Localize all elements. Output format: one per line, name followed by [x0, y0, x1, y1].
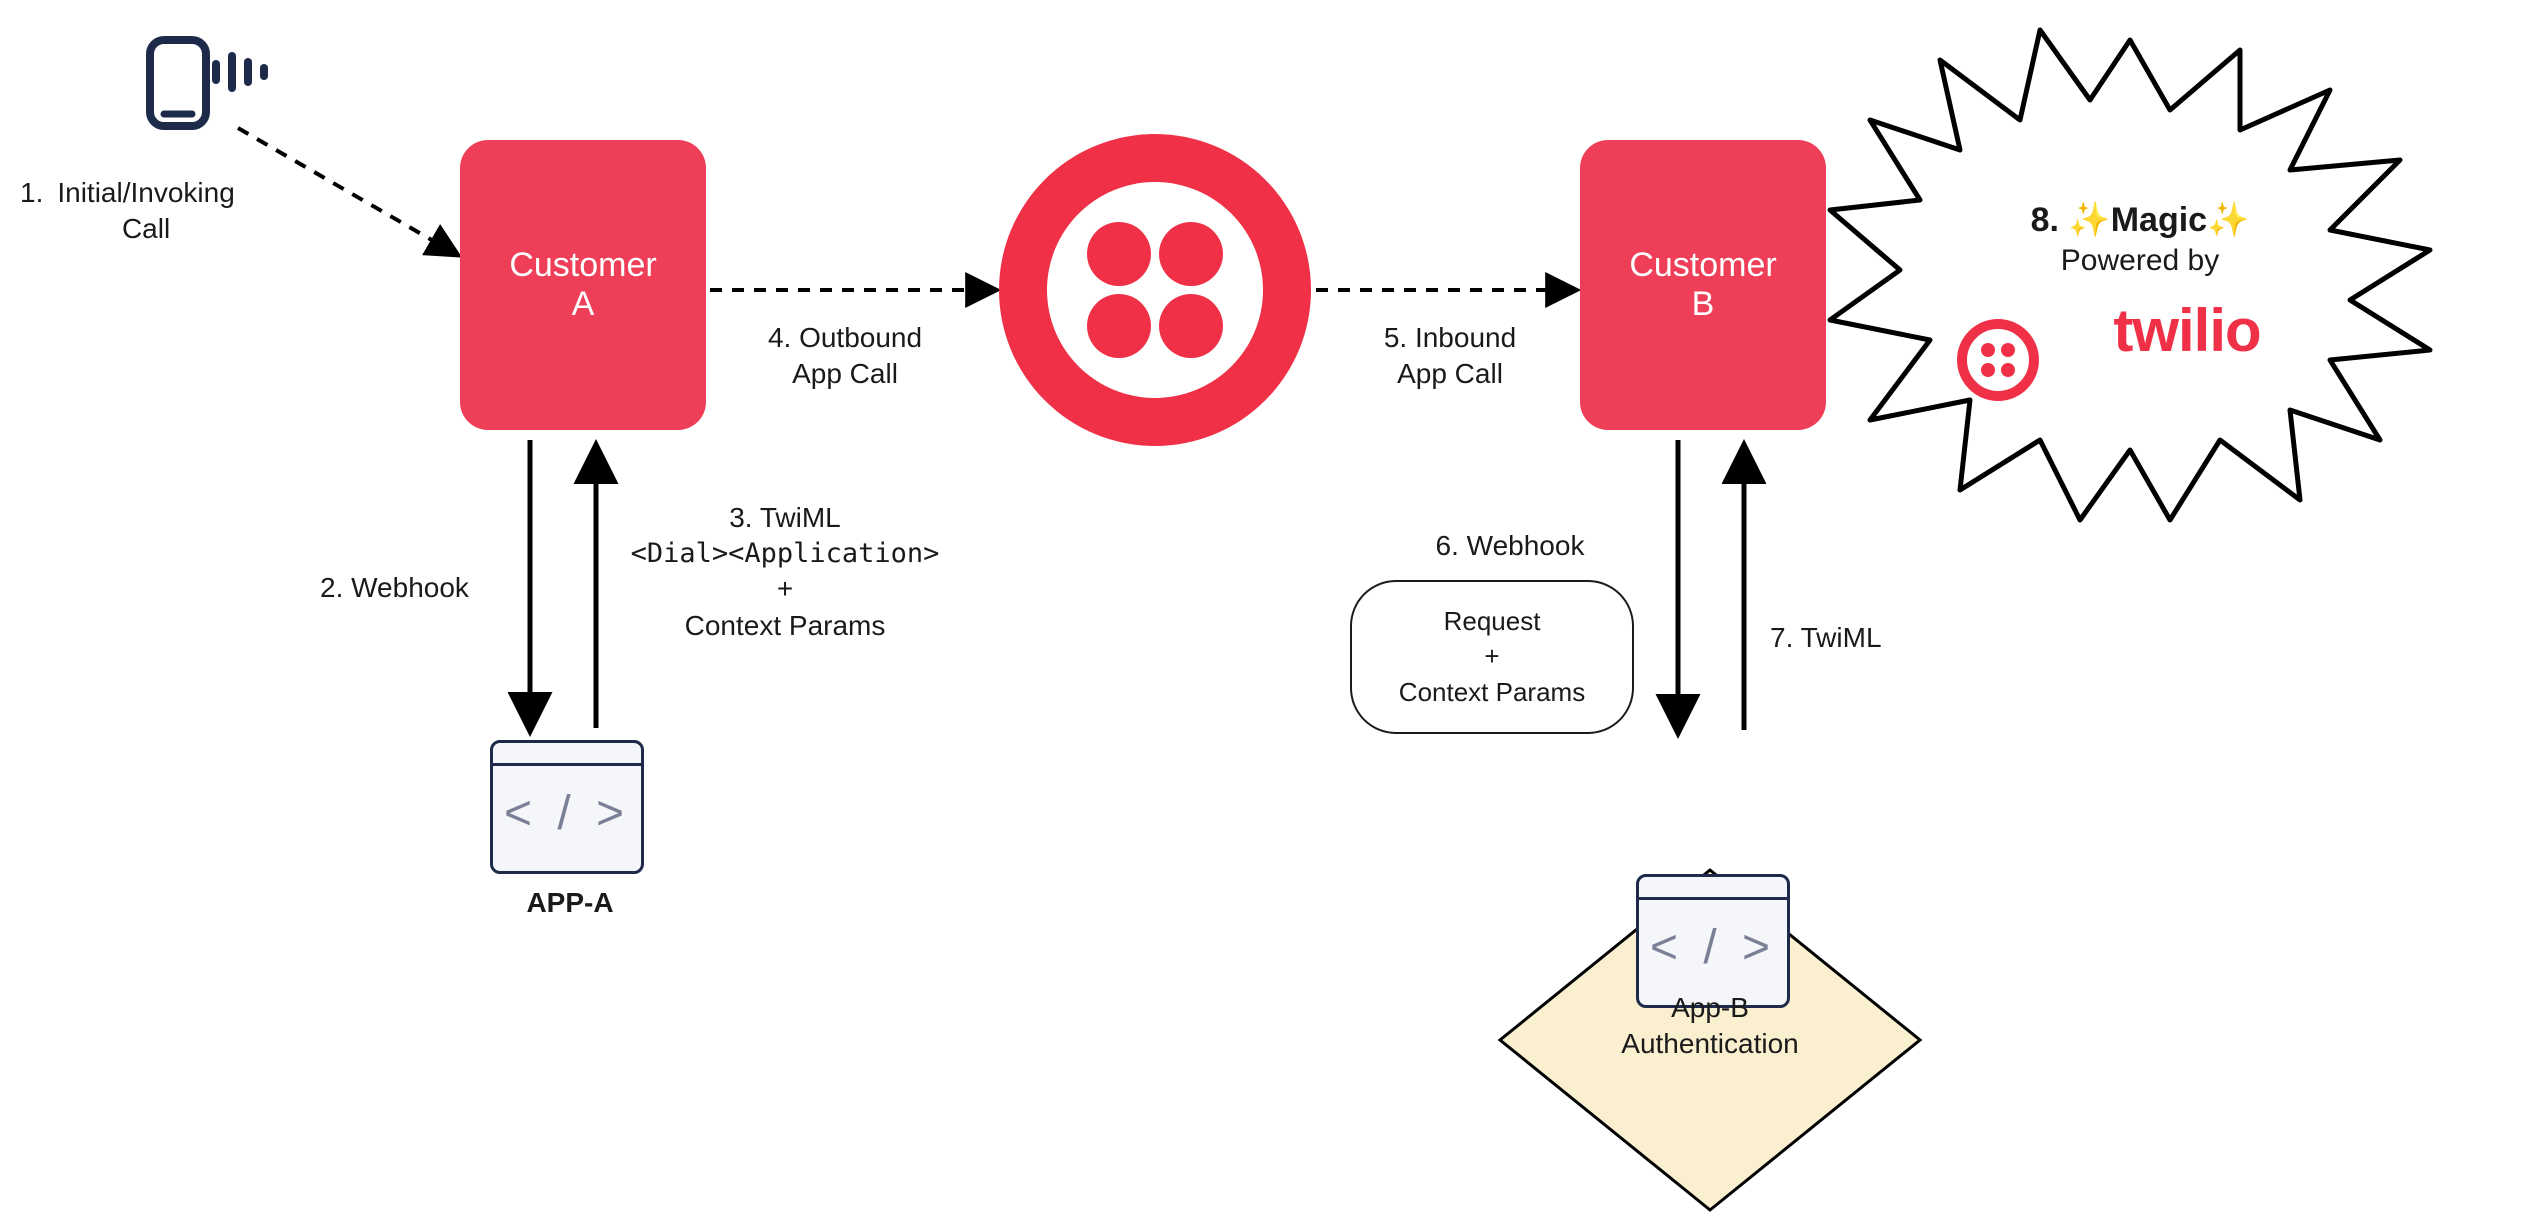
label-step7: 7. TwiML [1770, 620, 1940, 656]
label-step1-line2: Call [57, 211, 234, 247]
code-icon: < / > [493, 743, 641, 871]
bubble-line1: Request [1444, 604, 1541, 639]
code-box-app-b: < / > [1636, 874, 1790, 1008]
label-step3-line3: + [620, 571, 950, 607]
code-box-app-a: < / > [490, 740, 644, 874]
label-step5-line1: 5. Inbound [1340, 320, 1560, 356]
label-step3-line4: Context Params [620, 608, 950, 644]
bubble-request-context: Request + Context Params [1350, 580, 1634, 734]
label-step6: 6. Webhook [1400, 528, 1620, 564]
magic-line2: Powered by [1960, 244, 2320, 278]
node-customer-b: Customer B [1580, 140, 1826, 430]
label-step3: 3. TwiML <Dial><Application> + Context P… [620, 500, 950, 644]
label-step3-line2: <Dial><Application> [620, 536, 950, 571]
twilio-logo-icon [999, 134, 1311, 446]
label-step4-line1: 4. Outbound [730, 320, 960, 356]
label-step1-num: 1. [20, 175, 43, 248]
diamond-line2: Authentication [1560, 1026, 1860, 1062]
diagram-canvas: Customer A Customer B < / > APP-A < / > … [0, 0, 2532, 1228]
diamond-line1: App-B [1560, 990, 1860, 1026]
code-icon: < / > [1639, 877, 1787, 1005]
label-step4-line2: App Call [730, 356, 960, 392]
twilio-wordmark: twilio [2113, 296, 2260, 365]
label-step5-line2: App Call [1340, 356, 1560, 392]
node-customer-a-label: Customer A [509, 246, 656, 324]
label-step1-line1: Initial/Invoking [57, 175, 234, 211]
app-a-label: APP-A [490, 885, 650, 921]
diamond-text: App-B Authentication [1560, 990, 1860, 1063]
label-step3-line1: 3. TwiML [620, 500, 950, 536]
svg-layer [0, 0, 2532, 1228]
label-step4: 4. Outbound App Call [730, 320, 960, 393]
phone-sound-icon [150, 40, 264, 126]
magic-caption: 8. ✨Magic✨ Powered by twilio [1960, 200, 2320, 365]
bubble-line3: Context Params [1399, 675, 1585, 710]
node-customer-b-label: Customer B [1629, 246, 1776, 324]
node-customer-a: Customer A [460, 140, 706, 430]
label-step5: 5. Inbound App Call [1340, 320, 1560, 393]
label-step2: 2. Webhook [320, 570, 520, 606]
magic-line1: 8. ✨Magic✨ [1960, 200, 2320, 240]
bubble-line2: + [1484, 639, 1499, 674]
label-step1: 1. Initial/Invoking Call [20, 175, 360, 248]
